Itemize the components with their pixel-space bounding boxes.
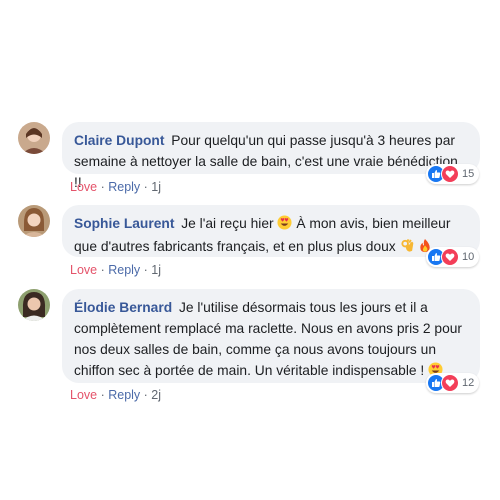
comment-actions: Love · Reply · 2j (70, 388, 162, 402)
avatar[interactable] (18, 289, 50, 321)
reactions-badge[interactable]: 12 (426, 373, 480, 393)
comment-bubble: Élodie Bernard Je l'utilise désormais to… (62, 289, 480, 383)
comment-text: Je l'ai reçu hier (181, 216, 274, 231)
author-name[interactable]: Claire Dupont (74, 133, 164, 148)
reaction-count: 12 (462, 377, 475, 389)
avatar-photo-icon (18, 289, 50, 321)
reactions-badge[interactable]: 15 (426, 164, 480, 184)
comment-actions: Love · Reply · 1j (70, 263, 162, 277)
author-name[interactable]: Élodie Bernard (74, 300, 172, 315)
heart-eyes-emoji-icon (277, 215, 292, 236)
timestamp[interactable]: 1j (151, 180, 161, 194)
reactions-badge[interactable]: 10 (426, 247, 480, 267)
love-reaction-icon (441, 248, 459, 266)
reply-button[interactable]: Reply (108, 263, 140, 277)
avatar-photo-icon (18, 122, 50, 154)
reaction-count: 10 (462, 251, 475, 263)
comment-bubble: Claire Dupont Pour quelqu'un qui passe j… (62, 122, 480, 190)
comment-bubble: Sophie Laurent Je l'ai reçu hier À mon a… (62, 205, 480, 257)
author-name[interactable]: Sophie Laurent (74, 216, 174, 231)
timestamp[interactable]: 2j (151, 388, 161, 402)
reaction-count: 15 (462, 168, 475, 180)
avatar-photo-icon (18, 205, 50, 237)
avatar[interactable] (18, 122, 50, 154)
love-reaction-icon (441, 165, 459, 183)
ok-hand-emoji-icon (400, 238, 415, 259)
avatar[interactable] (18, 205, 50, 237)
love-button[interactable]: Love (70, 180, 97, 194)
comment-actions: Love · Reply · 1j (70, 180, 162, 194)
reply-button[interactable]: Reply (108, 388, 140, 402)
love-reaction-icon (441, 374, 459, 392)
timestamp[interactable]: 1j (151, 263, 161, 277)
love-button[interactable]: Love (70, 388, 97, 402)
love-button[interactable]: Love (70, 263, 97, 277)
reply-button[interactable]: Reply (108, 180, 140, 194)
